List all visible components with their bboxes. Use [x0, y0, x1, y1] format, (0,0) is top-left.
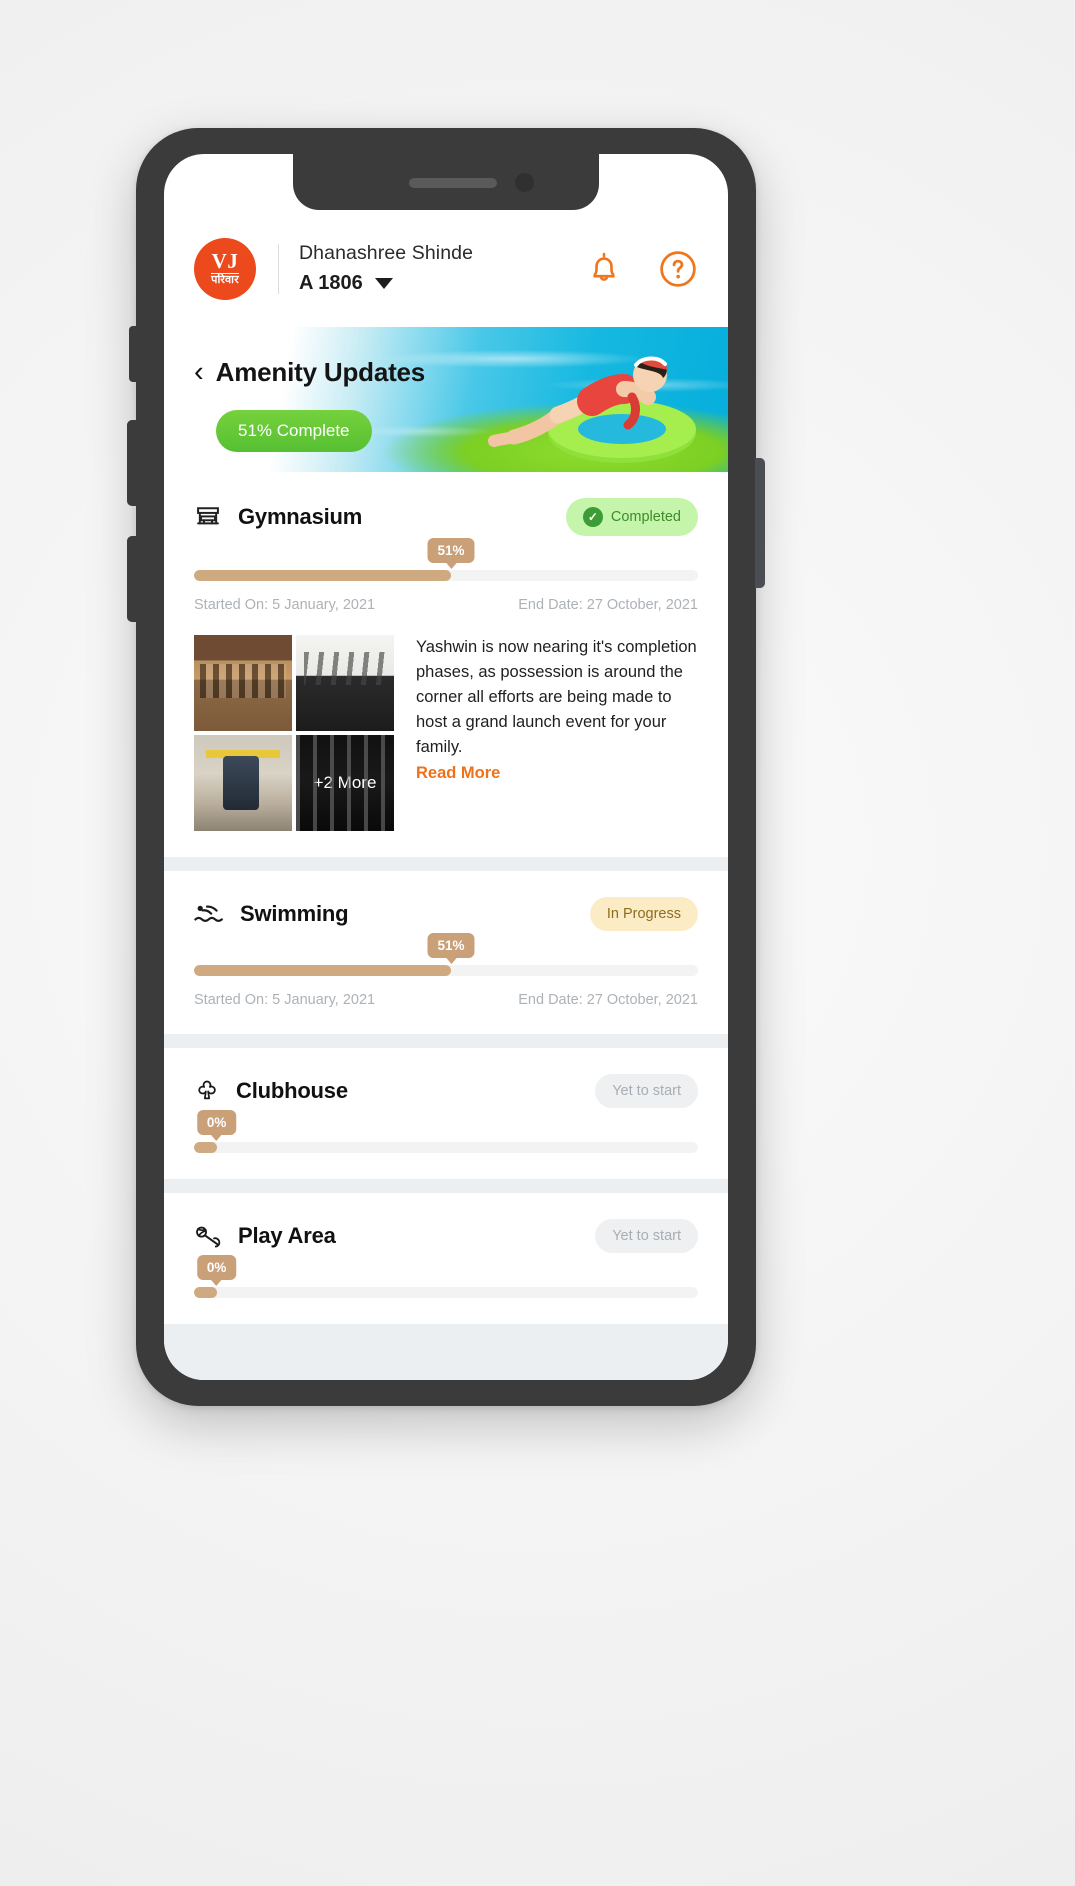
front-camera: [515, 173, 534, 192]
section-divider: [164, 857, 728, 871]
amenity-banner: ‹ Amenity Updates 51% Complete: [164, 327, 728, 472]
progress-bubble: 51%: [427, 933, 475, 958]
logo-initials: VJ: [211, 249, 239, 273]
date-row: Started On: 5 January, 2021 End Date: 27…: [194, 992, 698, 1008]
app-logo[interactable]: VJ परिवार: [194, 237, 256, 300]
thumbnail-image[interactable]: +2 More: [296, 735, 394, 831]
progress-fill: [194, 570, 452, 581]
amenity-card-gymnasium[interactable]: Gymnasium ✓ Completed 51% Started On: 5 …: [164, 472, 728, 857]
app-header: VJ परिवार Dhanashree Shinde A 1806: [164, 210, 728, 327]
amenity-card-swimming[interactable]: Swimming In Progress 51% Started On: 5 J…: [164, 871, 728, 1034]
status-label: Completed: [610, 509, 681, 525]
phone-button-volume-down[interactable]: [127, 536, 137, 622]
end-date: End Date: 27 October, 2021: [518, 597, 698, 613]
progress-fill: [194, 965, 452, 976]
flat-selector[interactable]: A 1806: [299, 272, 576, 295]
description-block: Yashwin is now nearing it's completion p…: [416, 635, 698, 831]
header-divider: [278, 243, 279, 294]
progress-container: 0%: [194, 1255, 698, 1298]
progress-container: 51%: [194, 538, 698, 581]
gym-bench-icon: [197, 507, 219, 525]
page-title: Amenity Updates: [215, 357, 426, 387]
notification-button[interactable]: [584, 249, 624, 289]
amenity-media-and-description: +2 More Yashwin is now nearing it's comp…: [194, 635, 698, 831]
earpiece-speaker: [409, 178, 497, 188]
progress-container: 0%: [194, 1110, 698, 1153]
card-title-wrap: Gymnasium: [194, 503, 362, 531]
clubhouse-icon: [198, 1080, 216, 1100]
help-button[interactable]: [658, 249, 698, 289]
help-circle-icon: [660, 250, 696, 287]
card-header: Clubhouse Yet to start: [194, 1074, 698, 1108]
screenshot-canvas: VJ परिवार Dhanashree Shinde A 1806 ‹ Ame…: [0, 0, 1075, 1886]
thumbnail-grid[interactable]: +2 More: [194, 635, 394, 831]
progress-track: [194, 570, 698, 581]
phone-button-power[interactable]: [755, 458, 765, 588]
amenity-title: Gymnasium: [238, 504, 363, 529]
progress-track: [194, 965, 698, 976]
thumbnail-image[interactable]: [194, 635, 292, 731]
caret-down-icon[interactable]: [374, 278, 393, 289]
thumbnail-image[interactable]: [194, 735, 292, 831]
progress-fill: [194, 1287, 217, 1298]
swimmer-icon: [194, 905, 223, 922]
phone-notch: [293, 154, 599, 210]
progress-bubble: 0%: [196, 1255, 237, 1280]
flat-number: A 1806: [299, 272, 363, 294]
amenity-list[interactable]: Gymnasium ✓ Completed 51% Started On: 5 …: [164, 472, 728, 1380]
card-title-wrap: Swimming: [194, 901, 349, 927]
card-title-wrap: Play Area: [194, 1223, 336, 1249]
amenity-title: Clubhouse: [236, 1078, 348, 1103]
card-header: Gymnasium ✓ Completed: [194, 498, 698, 536]
progress-bubble: 0%: [196, 1110, 237, 1135]
banner-content: ‹ Amenity Updates 51% Complete: [164, 327, 728, 452]
section-divider: [164, 1179, 728, 1193]
start-date: Started On: 5 January, 2021: [194, 597, 376, 613]
phone-mockup: VJ परिवार Dhanashree Shinde A 1806 ‹ Ame…: [127, 128, 765, 1406]
progress-track: [194, 1142, 698, 1153]
phone-button-volume-up[interactable]: [127, 420, 137, 506]
logo-subtitle: परिवार: [211, 273, 239, 286]
phone-screen: VJ परिवार Dhanashree Shinde A 1806 ‹ Ame…: [164, 154, 728, 1380]
thumbnail-image[interactable]: [296, 635, 394, 731]
play-area-icon: [196, 1226, 221, 1248]
date-row: Started On: 5 January, 2021 End Date: 27…: [194, 597, 698, 613]
end-date: End Date: 27 October, 2021: [518, 992, 698, 1008]
progress-track: [194, 1287, 698, 1298]
amenity-description: Yashwin is now nearing it's completion p…: [416, 638, 697, 757]
status-badge: Yet to start: [595, 1219, 698, 1253]
banner-title-row: ‹ Amenity Updates: [194, 357, 728, 388]
progress-bubble: 51%: [427, 538, 475, 563]
read-more-link[interactable]: Read More: [416, 764, 500, 783]
start-date: Started On: 5 January, 2021: [194, 992, 376, 1008]
amenity-title: Play Area: [238, 1223, 336, 1248]
amenity-title: Swimming: [240, 901, 349, 926]
bell-icon: [593, 252, 615, 281]
progress-container: 51%: [194, 933, 698, 976]
check-circle-icon: ✓: [582, 507, 603, 527]
user-name: Dhanashree Shinde: [299, 242, 474, 264]
phone-button-silent[interactable]: [129, 326, 137, 382]
chevron-left-icon[interactable]: ‹: [194, 358, 204, 387]
card-title-wrap: Clubhouse: [194, 1078, 348, 1104]
card-header: Play Area Yet to start: [194, 1219, 698, 1253]
section-divider: [164, 1034, 728, 1048]
user-info: Dhanashree Shinde A 1806: [299, 242, 576, 295]
progress-fill: [194, 1142, 217, 1153]
status-badge: In Progress: [589, 897, 698, 931]
header-actions: [584, 249, 698, 289]
card-header: Swimming In Progress: [194, 897, 698, 931]
amenity-card-clubhouse[interactable]: Clubhouse Yet to start 0%: [164, 1048, 728, 1179]
more-images-overlay[interactable]: +2 More: [296, 735, 394, 831]
overall-progress-badge: 51% Complete: [216, 410, 372, 452]
amenity-card-play-area[interactable]: Play Area Yet to start 0%: [164, 1193, 728, 1324]
status-badge: Yet to start: [595, 1074, 698, 1108]
status-badge: ✓ Completed: [565, 498, 698, 536]
